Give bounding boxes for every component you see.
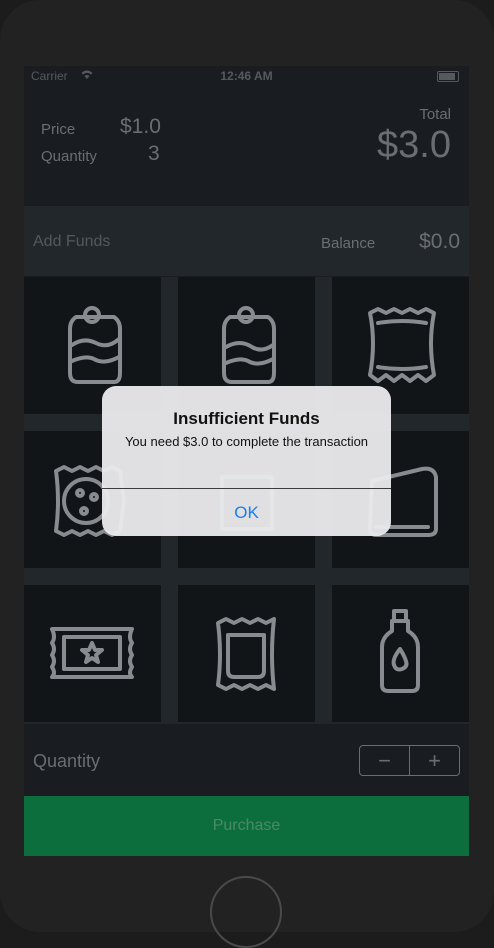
alert-title: Insufficient Funds xyxy=(173,409,320,428)
alert-ok-button[interactable]: OK xyxy=(102,489,391,536)
home-button[interactable] xyxy=(210,876,282,948)
alert-message: You need $3.0 to complete the transactio… xyxy=(124,434,369,449)
insufficient-funds-alert: Insufficient Funds You need $3.0 to comp… xyxy=(102,386,391,536)
app-screen: Carrier 12:46 AM Price $1.0 Quantity 3 T… xyxy=(24,66,469,856)
